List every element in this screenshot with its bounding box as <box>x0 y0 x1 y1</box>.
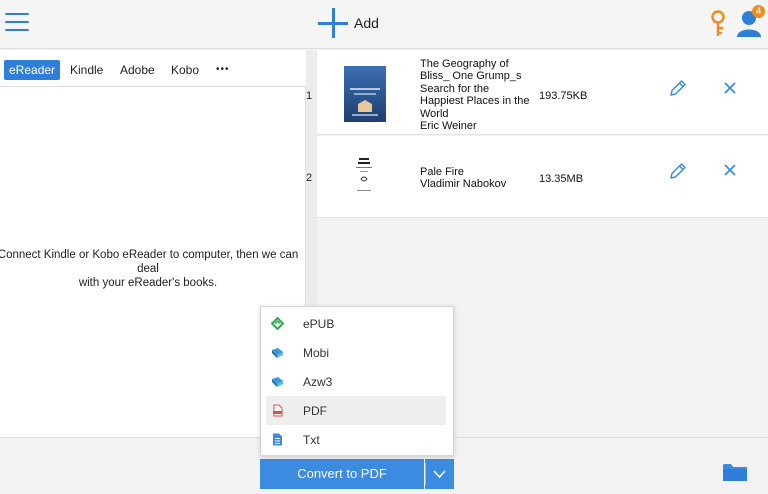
book-size: 13.35MB <box>539 173 584 185</box>
menu-item-label: Txt <box>303 433 320 447</box>
epub-icon <box>271 317 284 330</box>
azw3-icon <box>272 377 283 387</box>
top-toolbar: Add 4 <box>0 0 768 49</box>
book-index: 1 <box>306 90 313 102</box>
menu-item-pdf[interactable]: PDF <box>266 396 446 425</box>
tab-kobo[interactable]: Kobo <box>171 60 199 80</box>
book-title-line: World <box>420 107 449 120</box>
format-menu: ePUB Mobi Azw3 PDF Txt <box>260 306 454 456</box>
empty-message-line-2: with your eReader's books. <box>78 277 218 289</box>
key-icon[interactable] <box>708 10 728 38</box>
add-book-button[interactable]: Add <box>318 8 379 38</box>
menu-item-label: Mobi <box>303 346 330 360</box>
book-title-line: Pale Fire <box>420 166 465 178</box>
menu-item-azw3[interactable]: Azw3 <box>266 367 446 396</box>
delete-icon[interactable] <box>722 80 738 96</box>
menu-item-mobi[interactable]: Mobi <box>266 338 446 367</box>
menu-item-txt[interactable]: Txt <box>266 425 446 454</box>
txt-icon <box>273 433 282 446</box>
book-title-line: Bliss_ One Grump_s <box>420 70 522 83</box>
device-empty-message: Connect Kindle or Kobo eReader to comput… <box>0 248 306 290</box>
more-tabs-icon[interactable]: ••• <box>216 60 230 80</box>
book-title-line: Happiest Places in the <box>420 95 530 108</box>
book-row[interactable]: 1 The Geography of Bliss_ One Grump_s Se… <box>306 50 768 135</box>
mobi-icon <box>272 348 283 358</box>
book-title-line: Search for the <box>420 82 490 95</box>
menu-item-label: Azw3 <box>303 375 333 389</box>
book-author: Eric Weiner <box>420 120 477 133</box>
folder-icon[interactable] <box>722 461 748 483</box>
book-row[interactable]: 2 Pale Fire Vladimir Nabokov 13.35MB <box>306 136 768 218</box>
book-details: The Geography of Bliss_ One Grump_s Sear… <box>420 58 529 132</box>
book-title-line: The Geography of <box>420 58 509 70</box>
device-tabs: eReader Kindle Adobe Kobo ••• <box>0 50 306 87</box>
menu-icon[interactable] <box>5 12 29 32</box>
book-size: 193.75KB <box>539 90 588 102</box>
book-index: 2 <box>306 172 313 184</box>
book-cover-image <box>351 155 377 197</box>
format-dropdown-toggle[interactable] <box>425 459 454 489</box>
empty-message-line-1: Connect Kindle or Kobo eReader to comput… <box>0 249 299 275</box>
edit-icon[interactable] <box>668 161 688 181</box>
menu-item-label: ePUB <box>303 317 335 331</box>
menu-item-epub[interactable]: ePUB <box>266 309 446 338</box>
add-button-label: Add <box>354 15 379 31</box>
convert-button[interactable]: Convert to PDF <box>260 459 424 489</box>
book-cover-image <box>344 66 386 122</box>
tab-ereader[interactable]: eReader <box>4 60 61 80</box>
chevron-down-icon <box>433 470 446 479</box>
notification-badge: 4 <box>752 5 765 18</box>
book-details: Pale Fire Vladimir Nabokov <box>420 166 506 191</box>
pdf-icon <box>273 404 283 417</box>
delete-icon[interactable] <box>722 162 738 178</box>
plus-icon <box>318 8 348 38</box>
tab-adobe[interactable]: Adobe <box>120 60 155 80</box>
menu-item-label: PDF <box>303 404 327 418</box>
edit-icon[interactable] <box>668 78 688 98</box>
book-author: Vladimir Nabokov <box>420 178 507 191</box>
tab-kindle[interactable]: Kindle <box>70 60 103 80</box>
